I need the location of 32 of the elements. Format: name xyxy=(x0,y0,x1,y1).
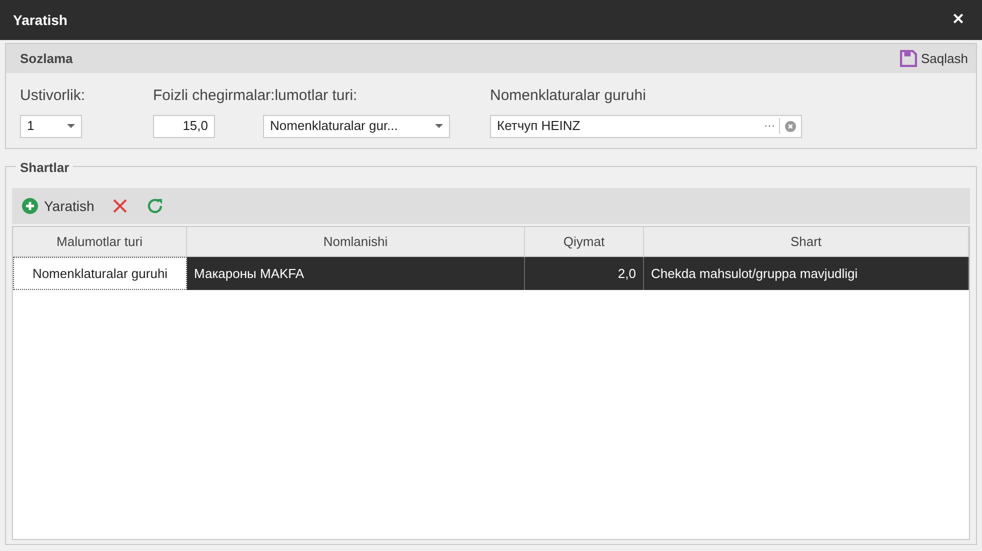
dropdown[interactable]: 1 xyxy=(20,114,82,138)
create-button[interactable]: Yaratish xyxy=(22,196,94,216)
delete-icon[interactable] xyxy=(112,198,128,214)
caret-icon xyxy=(67,124,75,128)
column-header[interactable]: Qiymat xyxy=(525,227,644,256)
refresh-icon[interactable] xyxy=(146,197,164,215)
table-cell: 2,0 xyxy=(525,257,644,290)
number-field[interactable]: 15,0 xyxy=(153,114,215,138)
column-header[interactable]: Nomlanishi xyxy=(187,227,525,256)
lookup-field[interactable]: Кетчуп HEINZ ··· xyxy=(490,114,802,138)
table-row[interactable]: Nomenklaturalar guruhi Макароны MAKFA 2,0 Chekda mahsulot/gruppa mavjudligi xyxy=(13,257,969,290)
dropdown-value: 1 xyxy=(27,117,34,136)
save-button[interactable]: Saqlash xyxy=(900,48,968,68)
table-cell: Макароны MAKFA xyxy=(187,257,525,290)
caret-icon xyxy=(435,124,443,128)
table-cell: Chekda mahsulot/gruppa mavjudligi xyxy=(644,257,969,290)
field-label: Nomenklaturalar guruhi xyxy=(490,86,647,106)
window-title: Yaratish xyxy=(13,10,68,30)
plus-icon xyxy=(22,198,38,214)
lookup-value: Кетчуп HEINZ xyxy=(497,117,582,136)
field-label: Foizli chegirmalar:lumotlar turi: xyxy=(153,86,358,106)
close-button[interactable]: ✕ xyxy=(948,8,969,32)
column-header[interactable]: Malumotlar turi xyxy=(13,227,187,256)
dropdown-value: Nomenklaturalar gur... xyxy=(270,117,398,136)
save-icon xyxy=(900,50,918,67)
table-cell: Nomenklaturalar guruhi xyxy=(13,257,187,290)
clear-icon[interactable] xyxy=(785,120,796,132)
dropdown[interactable]: Nomenklaturalar gur... xyxy=(263,114,450,138)
field-label: Ustivorlik: xyxy=(20,86,86,106)
column-header[interactable]: Shart xyxy=(644,227,969,256)
browse-button[interactable]: ··· xyxy=(760,118,780,134)
panel-title: Sozlama xyxy=(20,50,73,68)
